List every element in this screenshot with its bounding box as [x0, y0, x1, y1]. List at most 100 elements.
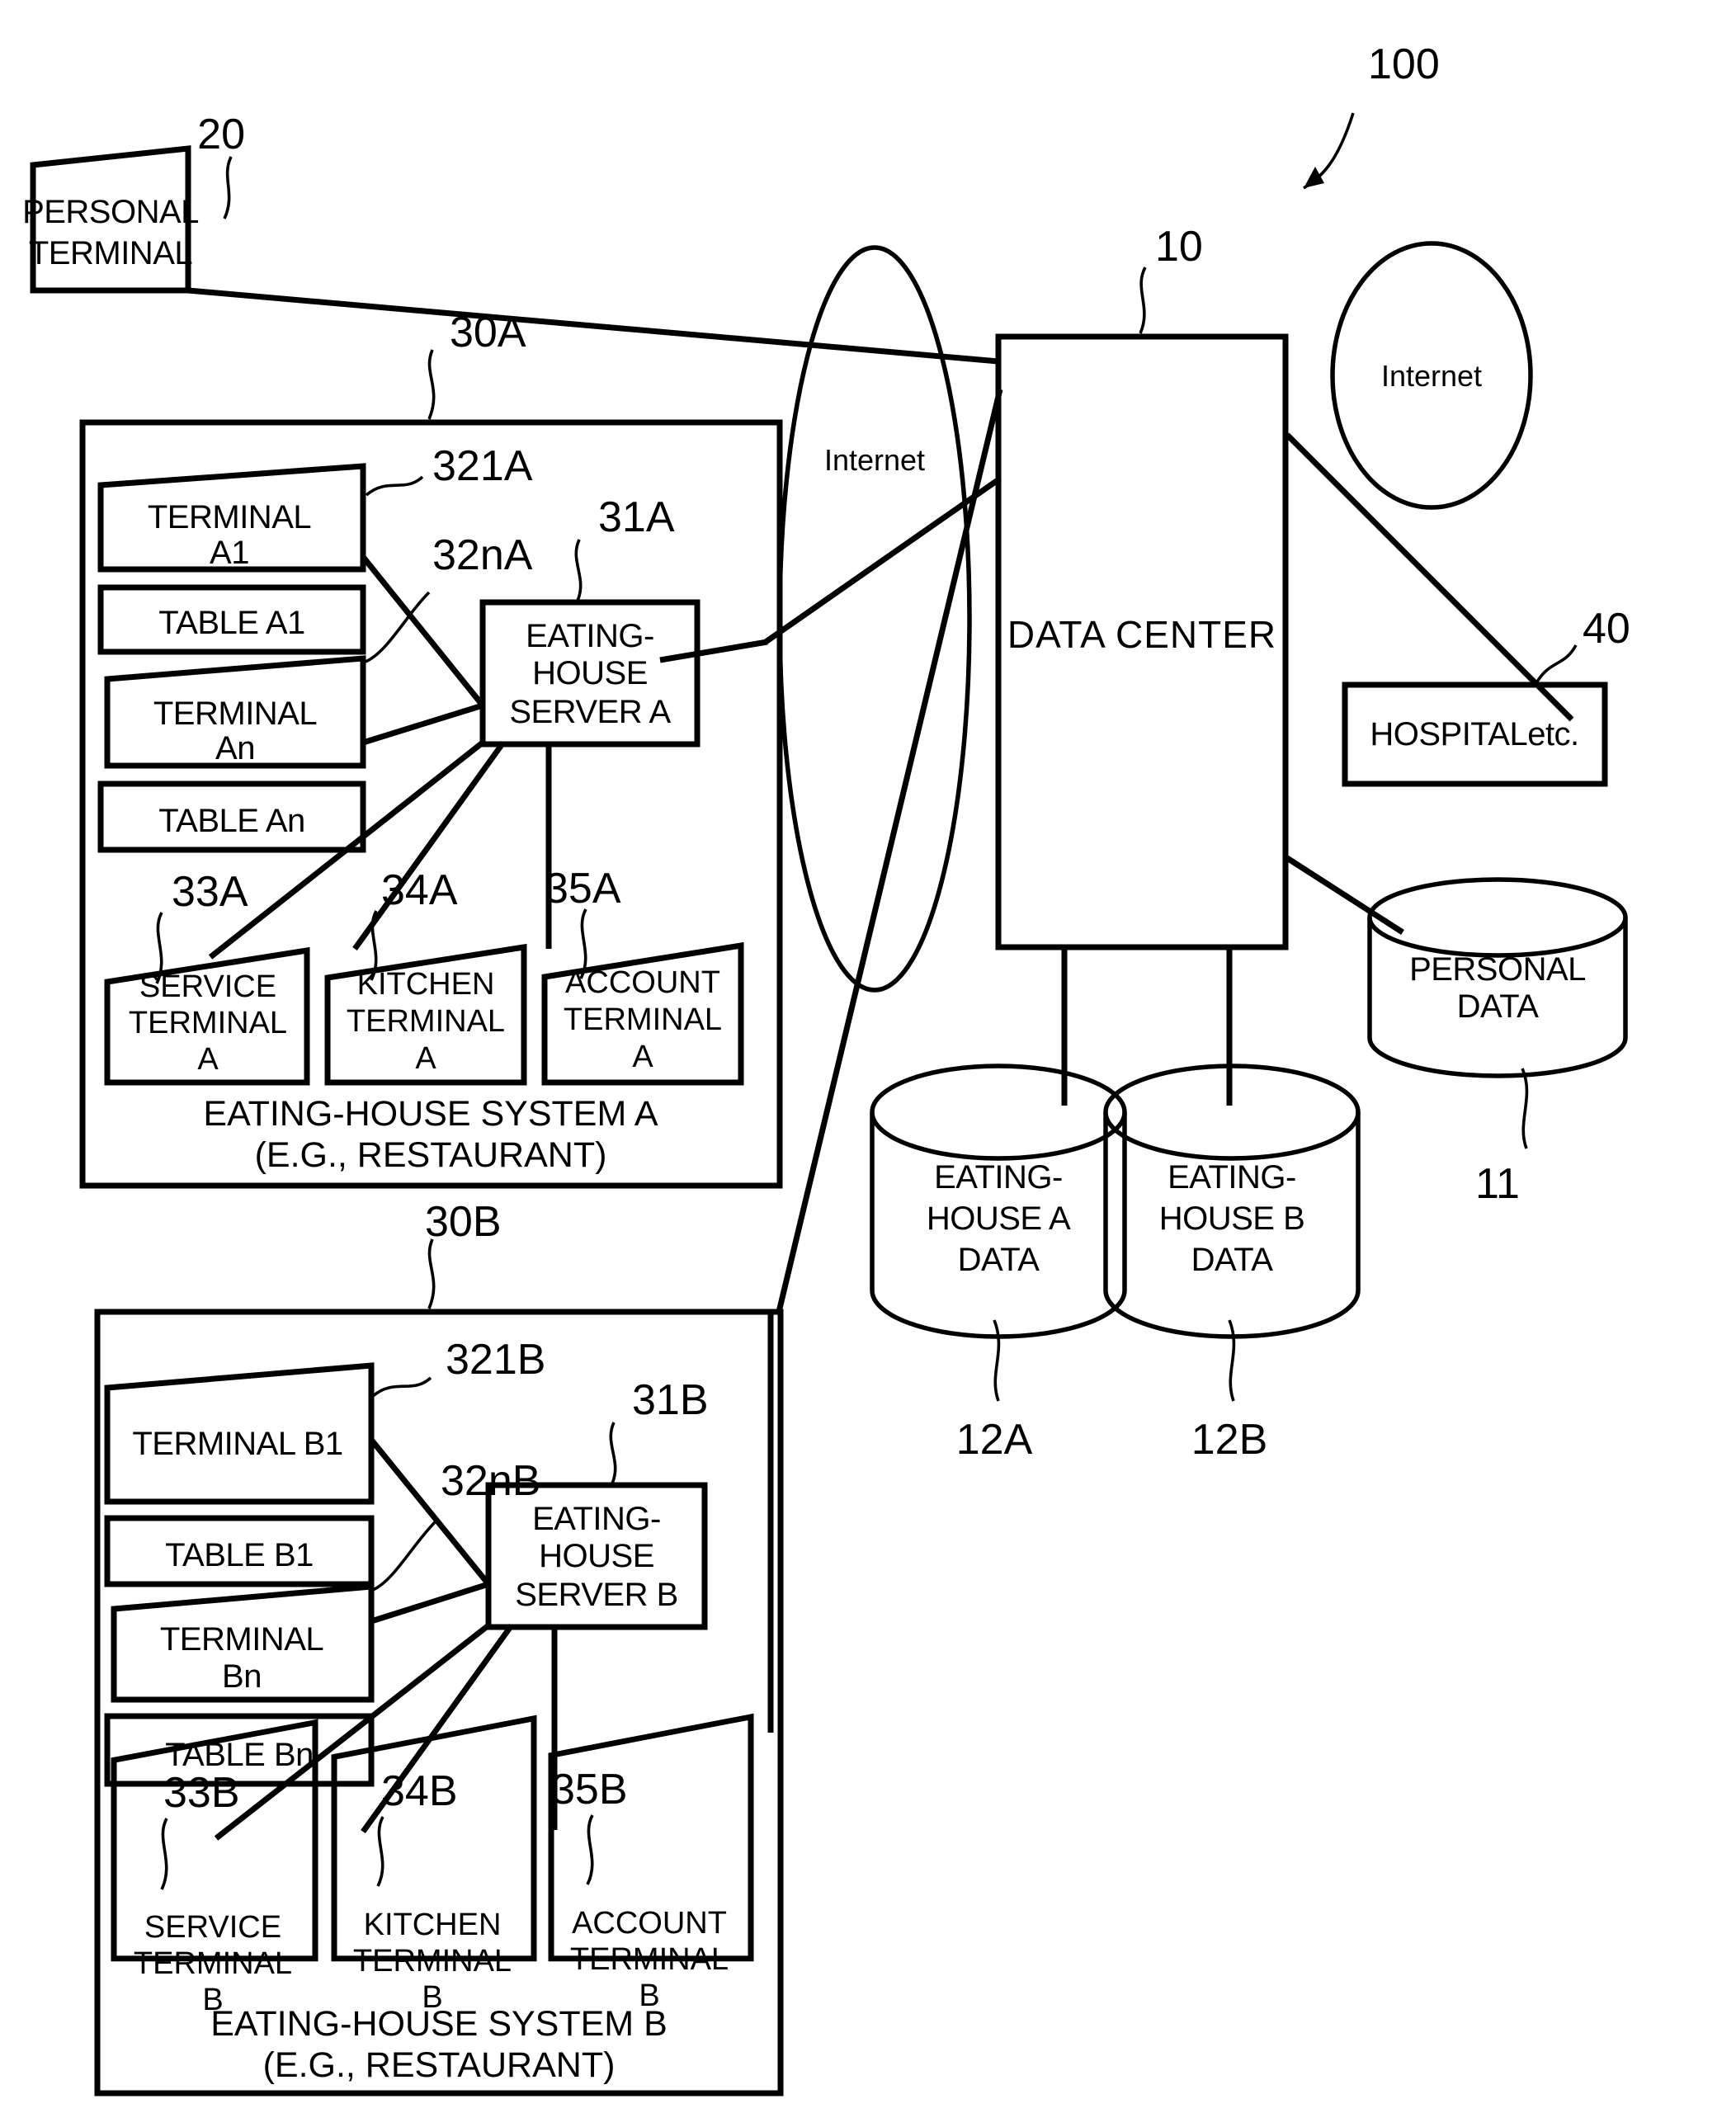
ref-32nA: 32nA [365, 531, 533, 663]
eating-house-b-data-line2: HOUSE B [1159, 1200, 1305, 1237]
data-center-label: DATA CENTER [1007, 613, 1276, 656]
ref-label-34B: 34B [381, 1767, 458, 1815]
ref-321B: 321B [371, 1336, 545, 1398]
ref-label-12B: 12B [1191, 1416, 1268, 1464]
eating-house-a-data-line3: DATA [958, 1242, 1040, 1278]
server-b-label-line2: HOUSE [539, 1538, 654, 1574]
kitchen-terminal-a-node[interactable]: KITCHEN TERMINAL A [324, 943, 527, 1086]
patent-figure: PERSONAL TERMINAL 20 EATING-HOUSE SYSTEM… [0, 0, 1736, 2113]
service-terminal-a-line2: TERMINAL [129, 1006, 287, 1040]
service-terminal-b-line2: TERMINAL [134, 1946, 292, 1981]
service-terminal-b-line3: B [202, 1983, 223, 2017]
terminal-b1-node[interactable]: TERMINAL B1 [104, 1362, 375, 1505]
ref-12B: 12B [1191, 1319, 1268, 1464]
ref-label-20: 20 [197, 111, 245, 158]
ref-label-100: 100 [1368, 40, 1440, 88]
ref-31B: 31B [609, 1376, 709, 1484]
kitchen-terminal-b-node[interactable]: KITCHEN TERMINAL B [331, 1714, 537, 2015]
personal-data-line1: PERSONAL [1409, 951, 1586, 988]
ref-321A: 321A [365, 442, 533, 497]
ref-label-34A: 34A [381, 866, 458, 914]
server-a-label-line1: EATING- [526, 618, 654, 654]
eating-house-a-data-line2: HOUSE A [927, 1200, 1071, 1237]
terminal-an-node[interactable]: TERMINAL An [104, 655, 366, 769]
ref-label-30A: 30A [450, 309, 526, 356]
table-b1-node[interactable]: TABLE B1 [104, 1515, 375, 1587]
service-terminal-b-line1: SERVICE [144, 1910, 281, 1945]
ref-label-35A: 35A [545, 865, 621, 913]
account-terminal-b-line1: ACCOUNT [572, 1906, 727, 1941]
eating-house-server-a-node[interactable]: EATING- HOUSE SERVER A [479, 599, 701, 748]
server-b-label-line3: SERVER B [515, 1577, 678, 1613]
account-terminal-b-node[interactable]: ACCOUNT TERMINAL B [548, 1713, 754, 2013]
hospital-label: HOSPITALetc. [1370, 716, 1578, 752]
ref-label-40: 40 [1583, 605, 1630, 653]
ref-35A: 35A [545, 865, 621, 979]
ref-30A: 30A [427, 309, 526, 420]
eating-house-b-data-line3: DATA [1191, 1242, 1274, 1278]
system-b-caption-line2: (E.G., RESTAURANT) [263, 2045, 616, 2085]
ref-label-32nA: 32nA [432, 531, 533, 579]
account-terminal-b-line2: TERMINAL [570, 1942, 729, 1977]
account-terminal-a-node[interactable]: ACCOUNT TERMINAL A [541, 941, 744, 1086]
table-a1-node[interactable]: TABLE A1 [97, 584, 366, 655]
internet-cloud-right: Internet [1330, 241, 1533, 510]
terminal-an-label-line1: TERMINAL [153, 696, 317, 732]
ref-10: 10 [1139, 223, 1203, 334]
eating-house-b-data-cylinder[interactable]: EATING- HOUSE B DATA [1103, 1064, 1361, 1339]
internet-left-label: Internet [824, 443, 925, 477]
eating-house-server-b-node[interactable]: EATING- HOUSE SERVER B [485, 1482, 708, 1630]
personal-data-cylinder[interactable]: PERSONAL DATA [1367, 877, 1628, 1078]
server-b-label-line1: EATING- [532, 1501, 661, 1537]
account-terminal-b-line3: B [639, 1979, 659, 2013]
table-an-label: TABLE An [158, 803, 305, 839]
kitchen-terminal-b-line3: B [422, 1980, 442, 2015]
ref-label-31B: 31B [632, 1376, 709, 1424]
eating-house-a-data-line1: EATING- [934, 1159, 1063, 1196]
internet-cloud-left: Internet [777, 245, 972, 993]
hospital-node[interactable]: HOSPITALetc. [1342, 682, 1608, 787]
personal-terminal-node[interactable]: PERSONAL TERMINAL [22, 145, 199, 294]
table-an-node[interactable]: TABLE An [97, 781, 366, 853]
ref-20: 20 [197, 111, 245, 219]
terminal-b1-label: TERMINAL B1 [132, 1426, 342, 1462]
personal-terminal-label-line1: PERSONAL [22, 194, 199, 230]
ref-label-321A: 321A [432, 442, 533, 490]
eating-house-b-data-line1: EATING- [1168, 1159, 1296, 1196]
ref-label-12A: 12A [956, 1416, 1033, 1464]
terminal-an-label-line2: An [215, 730, 255, 766]
kitchen-terminal-a-line3: A [415, 1041, 436, 1076]
server-a-label-line3: SERVER A [509, 694, 671, 730]
account-terminal-a-line3: A [632, 1040, 653, 1074]
ref-35B: 35B [551, 1766, 628, 1885]
ref-label-321B: 321B [446, 1336, 545, 1384]
server-a-label-line2: HOUSE [532, 655, 648, 691]
ref-label-11: 11 [1475, 1160, 1520, 1208]
system-ref-100-leader [1303, 112, 1355, 190]
table-b1-label: TABLE B1 [165, 1537, 314, 1573]
terminal-bn-node[interactable]: TERMINAL Bn [111, 1583, 375, 1703]
kitchen-terminal-a-line1: KITCHEN [357, 967, 495, 1002]
internet-right-label: Internet [1381, 359, 1482, 393]
system-a-caption-line1: EATING-HOUSE SYSTEM A [203, 1094, 658, 1134]
personal-data-line2: DATA [1457, 988, 1540, 1025]
ref-label-10: 10 [1155, 223, 1203, 271]
data-center-node[interactable]: DATA CENTER [995, 333, 1289, 950]
ref-30B: 30B [425, 1198, 502, 1309]
service-terminal-a-node[interactable]: SERVICE TERMINAL A [104, 946, 310, 1086]
terminal-a1-label-line1: TERMINAL [148, 499, 311, 535]
account-terminal-a-line1: ACCOUNT [565, 965, 720, 1000]
ref-40: 40 [1535, 605, 1630, 684]
terminal-a1-node[interactable]: TERMINAL A1 [97, 463, 366, 573]
system-a-caption-line2: (E.G., RESTAURANT) [255, 1135, 607, 1175]
ref-12A: 12A [956, 1319, 1033, 1464]
ref-31A: 31A [574, 493, 675, 601]
ref-34B: 34B [376, 1767, 458, 1887]
service-terminal-a-line3: A [197, 1042, 219, 1077]
ref-label-33B: 33B [163, 1769, 240, 1817]
ref-label-31A: 31A [598, 493, 675, 541]
eating-house-a-data-cylinder[interactable]: EATING- HOUSE A DATA [870, 1064, 1127, 1339]
kitchen-terminal-a-line2: TERMINAL [347, 1004, 505, 1039]
kitchen-terminal-b-line2: TERMINAL [353, 1944, 512, 1979]
ref-11: 11 [1475, 1068, 1529, 1208]
